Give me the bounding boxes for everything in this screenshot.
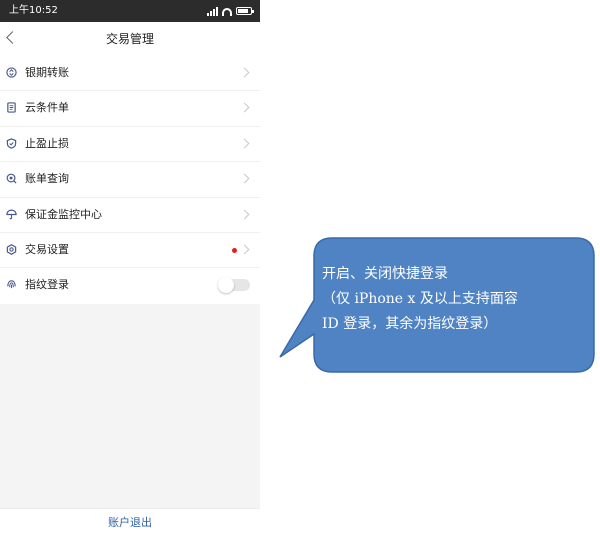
chevron-right-icon [239,244,250,255]
gear-icon [6,243,17,255]
notification-dot [232,247,237,253]
menu-item-cloud-condition-order[interactable]: 云条件单 [0,91,260,127]
menu-item-label: 交易设置 [25,242,69,256]
menu-item-bank-futures-transfer[interactable]: 银期转账 [0,56,260,92]
callout-line: ID 登录，其余为指纹登录） [322,316,498,332]
chevron-right-icon [239,67,250,78]
wifi-icon [222,8,232,16]
phone-screen: 上午10:52 交易管理 银期转账 云条件单 止盈止损 账单查询 保证金监控中心… [0,0,260,537]
menu-item-label: 账单查询 [25,172,69,186]
callout-line: （仅 iPhone x 及以上支持面容 [322,291,518,307]
menu-item-label: 银期转账 [25,66,69,79]
page-title: 交易管理 [105,32,154,46]
callout-text: 开启、关闭快捷登录 （仅 iPhone x 及以上支持面容 ID 登录，其余为指… [322,262,582,337]
chevron-right-icon [239,209,250,220]
menu-item-label: 保证金监控中心 [25,207,102,221]
battery-icon [236,7,254,15]
status-time: 上午10:52 [9,5,58,16]
menu-item-label: 止盈止损 [25,136,69,150]
fingerprint-login-toggle[interactable] [218,277,250,294]
logout-button[interactable]: 账户退出 [0,509,260,537]
search-icon [6,173,17,184]
menu-item-bill-query[interactable]: 账单查询 [0,162,260,198]
toggle-knob [218,277,234,294]
menu-item-take-profit-stop-loss[interactable]: 止盈止损 [0,127,260,163]
signal-icon [207,6,218,16]
status-bar: 上午10:52 [0,0,260,22]
status-icons [207,0,254,22]
annotation-callout: 开启、关闭快捷登录 （仅 iPhone x 及以上支持面容 ID 登录，其余为指… [270,230,600,380]
transfer-icon [6,67,17,78]
nav-bar: 交易管理 [0,22,260,57]
menu-item-trade-settings[interactable]: 交易设置 [0,233,260,269]
menu-item-margin-monitoring-center[interactable]: 保证金监控中心 [0,198,260,233]
menu-item-label: 云条件单 [25,101,69,115]
menu-item-label: 指纹登录 [25,278,69,292]
callout-line: 开启、关闭快捷登录 [322,266,448,282]
umbrella-icon [6,209,17,219]
chevron-right-icon [239,173,250,184]
fingerprint-icon [7,280,16,289]
menu-list: 银期转账 云条件单 止盈止损 账单查询 保证金监控中心 交易设置 指纹登录 [0,56,260,304]
document-icon [7,102,16,114]
menu-item-fingerprint-login: 指纹登录 [0,268,260,303]
chevron-right-icon [239,102,250,113]
chevron-right-icon [239,138,250,149]
logout-bar: 账户退出 [0,508,260,537]
shield-icon [6,138,17,149]
